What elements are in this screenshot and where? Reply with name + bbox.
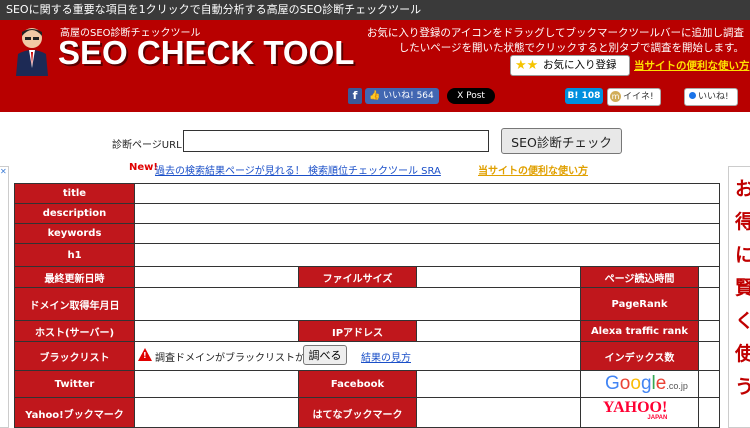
value-ip	[417, 321, 581, 342]
star-icon: ★★	[515, 58, 539, 73]
favorite-register-button[interactable]: ★★ お気に入り登録	[510, 55, 630, 76]
label-hatena-bookmark: はてなブックマーク	[299, 398, 417, 427]
plus-one-label: いいね!	[698, 92, 729, 102]
value-domain-date	[135, 288, 581, 321]
facebook-icon[interactable]: f	[348, 88, 362, 104]
label-last-updated: 最終更新日時	[15, 267, 135, 288]
label-h1: h1	[15, 244, 135, 267]
label-title: title	[15, 184, 135, 204]
label-host: ホスト(サーバー)	[15, 321, 135, 342]
warning-mark: !	[143, 351, 147, 360]
url-input[interactable]	[183, 130, 489, 152]
plus-one-button[interactable]: いいね!	[684, 88, 738, 106]
sra-tool-link[interactable]: 過去の検索結果ページが見れる！ 検索順位チェックツール SRA	[155, 162, 441, 177]
seo-check-button[interactable]: SEO診断チェック	[501, 128, 622, 154]
label-domain-date: ドメイン取得年月日	[15, 288, 135, 321]
seo-results-table: title description keywords h1 最終更新日時 ファイ…	[14, 183, 720, 428]
author-avatar-icon	[16, 28, 48, 76]
mixi-like-label: イイネ!	[623, 92, 654, 102]
facebook-like-button[interactable]: 👍 いいね! 564	[365, 88, 439, 104]
label-load-time: ページ読込時間	[581, 267, 699, 288]
site-logo[interactable]: SEO CHECK TOOL	[58, 34, 354, 72]
value-load-time	[699, 267, 719, 288]
value-title	[135, 184, 719, 204]
value-file-size	[417, 267, 581, 288]
value-index-count	[699, 342, 719, 371]
value-keywords	[135, 224, 719, 244]
favorite-register-label: お気に入り登録	[543, 59, 617, 71]
new-badge: New!	[129, 162, 158, 173]
label-alexa: Alexa traffic rank	[581, 321, 699, 342]
value-host	[135, 321, 299, 342]
facebook-like-label: いいね! 564	[383, 91, 434, 101]
blacklist-result-guide-link[interactable]: 結果の見方	[361, 349, 411, 364]
usage-guide-link[interactable]: 当サイトの便利な使い方	[634, 58, 750, 73]
label-twitter: Twitter	[15, 371, 135, 398]
left-ad-frame[interactable]: ✕	[0, 166, 9, 428]
google-index-cell[interactable]: Google.co.jp	[581, 371, 699, 398]
value-yahoo-bookmark	[135, 398, 299, 427]
bookmarklet-instructions: お気に入り登録のアイコンをドラッグしてブックマークツールバーに追加し調査したいペ…	[366, 27, 744, 54]
label-blacklist: ブラックリスト	[15, 342, 135, 371]
value-last-updated	[135, 267, 299, 288]
value-yahoo-index	[699, 398, 719, 427]
label-index-count: インデックス数	[581, 342, 699, 371]
label-ip: IPアドレス	[299, 321, 417, 342]
value-h1	[135, 244, 719, 267]
hatena-bookmark-button[interactable]: B! 108	[565, 88, 603, 104]
yahoo-index-cell[interactable]: YAHOO! JAPAN	[581, 398, 699, 427]
top-info-bar: SEOに関する重要な項目を1クリックで自動分析する高屋のSEO診断チェックツール	[0, 0, 750, 20]
ad-choices-icon[interactable]: ✕	[0, 167, 7, 176]
value-hatena-bookmark	[417, 398, 581, 427]
blacklist-description: 調査ドメインがブラックリストか	[155, 353, 305, 364]
label-description: description	[15, 204, 135, 224]
x-post-button[interactable]: X Post	[447, 88, 495, 104]
value-blacklist: ! 調査ドメインがブラックリストか 調べる 結果の見方	[135, 342, 581, 371]
value-description	[135, 204, 719, 224]
label-file-size: ファイルサイズ	[299, 267, 417, 288]
url-label: 診断ページURL	[112, 140, 182, 151]
label-yahoo-bookmark: Yahoo!ブックマーク	[15, 398, 135, 427]
circle-icon	[689, 92, 696, 99]
right-ad-frame[interactable]: お得に賢く使う	[728, 166, 750, 428]
value-alexa	[699, 321, 719, 342]
header-banner: 高屋のSEO診断チェックツール SEO CHECK TOOL お気に入り登録のア…	[0, 20, 750, 112]
label-keywords: keywords	[15, 224, 135, 244]
value-facebook	[417, 371, 581, 398]
mixi-icon: m	[610, 91, 621, 102]
usage-guide-link-2[interactable]: 当サイトの便利な使い方	[478, 162, 588, 177]
yahoo-logo: YAHOO! JAPAN	[603, 399, 668, 422]
blacklist-check-button[interactable]: 調べる	[303, 345, 347, 365]
label-facebook: Facebook	[299, 371, 417, 398]
thumbs-up-icon: 👍	[369, 91, 381, 101]
value-pagerank	[699, 288, 719, 321]
mixi-like-button[interactable]: m イイネ!	[607, 88, 661, 106]
value-twitter	[135, 371, 299, 398]
side-ad-text: お得に賢く使う	[735, 173, 750, 404]
label-pagerank: PageRank	[581, 288, 699, 321]
google-logo: Google.co.jp	[605, 373, 688, 394]
value-google-index	[699, 371, 719, 398]
